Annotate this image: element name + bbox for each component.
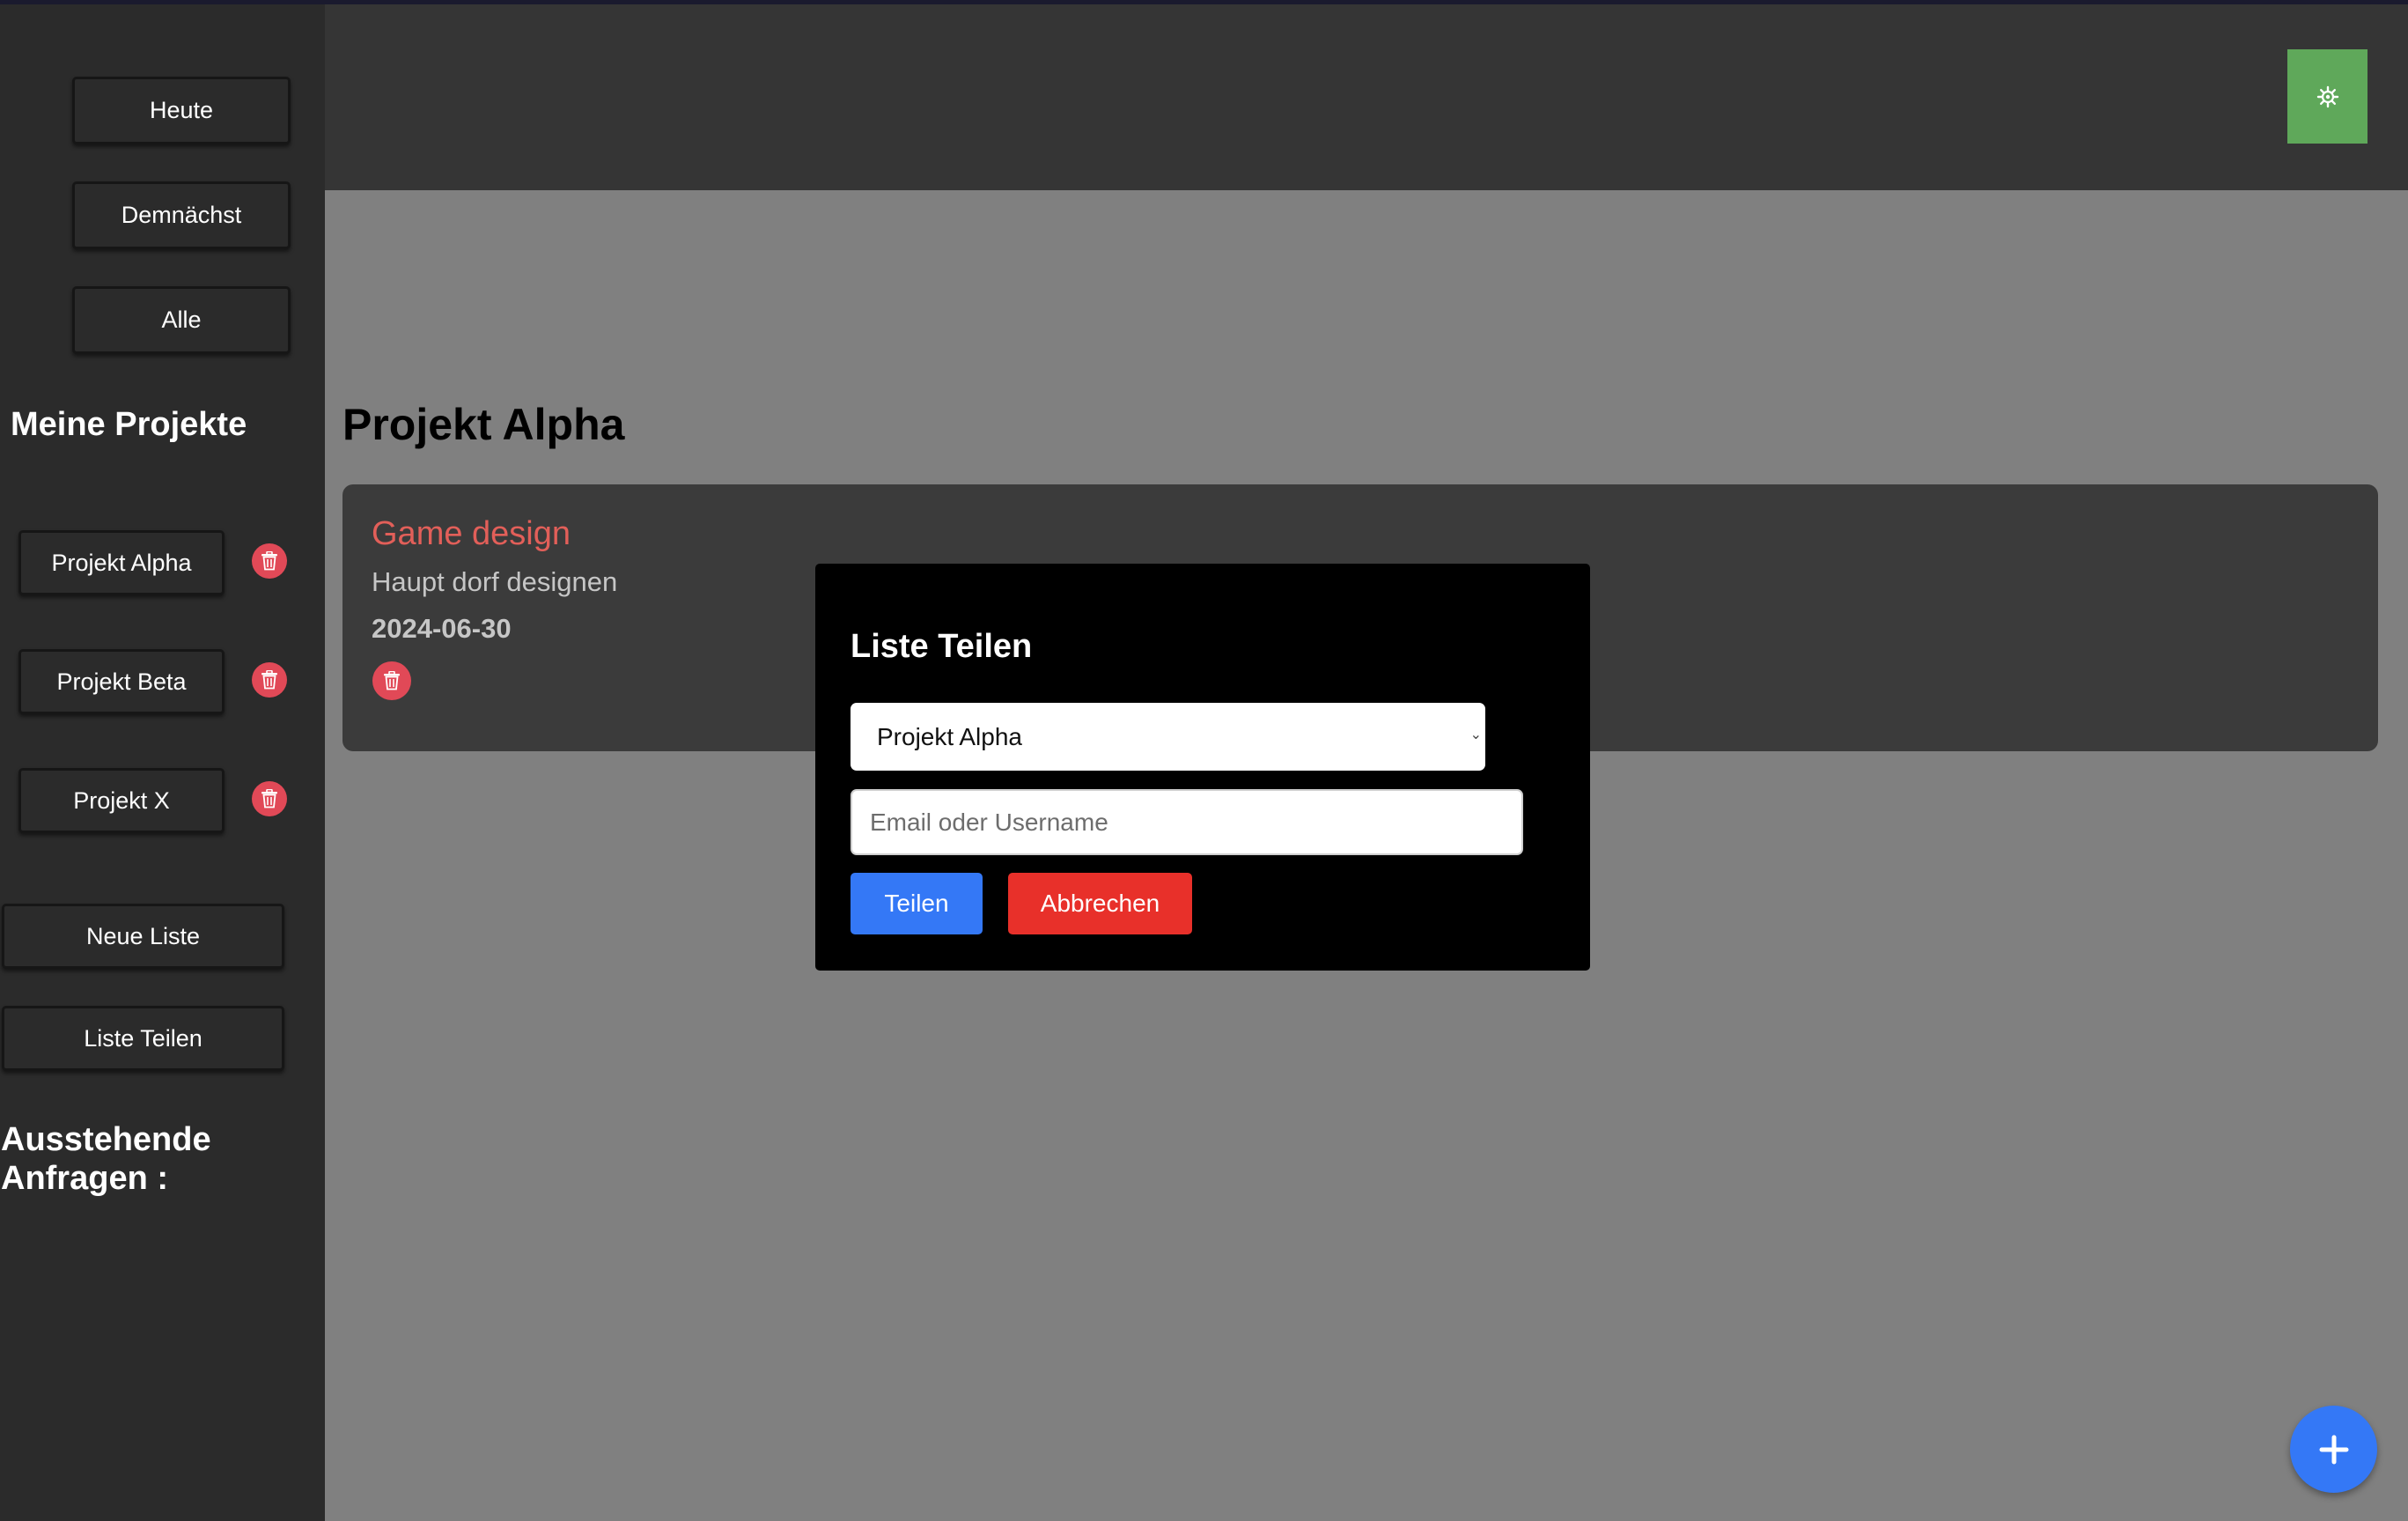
top-header (325, 4, 2408, 190)
task-description: Haupt dorf designen (372, 566, 618, 597)
share-button[interactable]: Teilen (851, 873, 983, 934)
project-alpha-button[interactable]: Projekt Alpha (18, 530, 225, 595)
project-select[interactable]: Projekt Alpha ⌄ (851, 703, 1485, 771)
nav-all-button[interactable]: Alle (72, 286, 291, 354)
nav-today-button[interactable]: Heute (72, 77, 291, 144)
delete-project-beta-icon[interactable] (252, 662, 287, 698)
pending-heading-line1: Ausstehende (1, 1121, 211, 1158)
email-or-username-input[interactable] (851, 789, 1523, 855)
project-beta-label: Projekt Beta (56, 668, 187, 695)
pending-heading-line2: Anfragen : (1, 1160, 168, 1197)
delete-project-alpha-icon[interactable] (252, 543, 287, 579)
new-list-button[interactable]: Neue Liste (2, 904, 284, 969)
trash-icon (261, 551, 277, 571)
project-alpha-label: Projekt Alpha (51, 549, 192, 576)
project-beta-button[interactable]: Projekt Beta (18, 649, 225, 714)
cancel-button-label: Abbrechen (1040, 890, 1160, 917)
project-x-button[interactable]: Projekt X (18, 768, 225, 833)
page-title: Projekt Alpha (342, 400, 625, 449)
delete-project-x-icon[interactable] (252, 781, 287, 816)
nav-upcoming-button[interactable]: Demnächst (72, 181, 291, 249)
settings-button[interactable] (2287, 49, 2367, 144)
cancel-button[interactable]: Abbrechen (1008, 873, 1192, 934)
trash-icon (261, 789, 277, 808)
plus-icon (2319, 1435, 2348, 1464)
trash-icon (384, 671, 400, 690)
gear-icon (2316, 85, 2338, 107)
projects-heading: Meine Projekte (11, 406, 247, 443)
pending-requests-heading: Ausstehende Anfragen : (1, 1120, 211, 1198)
project-select-value: Projekt Alpha (877, 722, 1022, 750)
add-task-button[interactable] (2290, 1406, 2377, 1493)
chevron-down-icon: ⌄ (1469, 727, 1482, 742)
trash-icon (261, 670, 277, 690)
new-list-label: Neue Liste (85, 922, 201, 949)
nav-all-label: Alle (161, 306, 202, 333)
task-due-date: 2024-06-30 (372, 613, 512, 644)
share-list-button[interactable]: Liste Teilen (2, 1006, 284, 1071)
nav-today-label: Heute (149, 97, 214, 123)
delete-task-icon[interactable] (372, 661, 411, 700)
nav-upcoming-label: Demnächst (121, 202, 242, 228)
share-list-label: Liste Teilen (84, 1024, 203, 1052)
modal-title: Liste Teilen (851, 628, 1033, 665)
share-button-label: Teilen (884, 890, 949, 917)
task-title: Game design (372, 515, 571, 552)
project-x-label: Projekt X (73, 786, 170, 814)
